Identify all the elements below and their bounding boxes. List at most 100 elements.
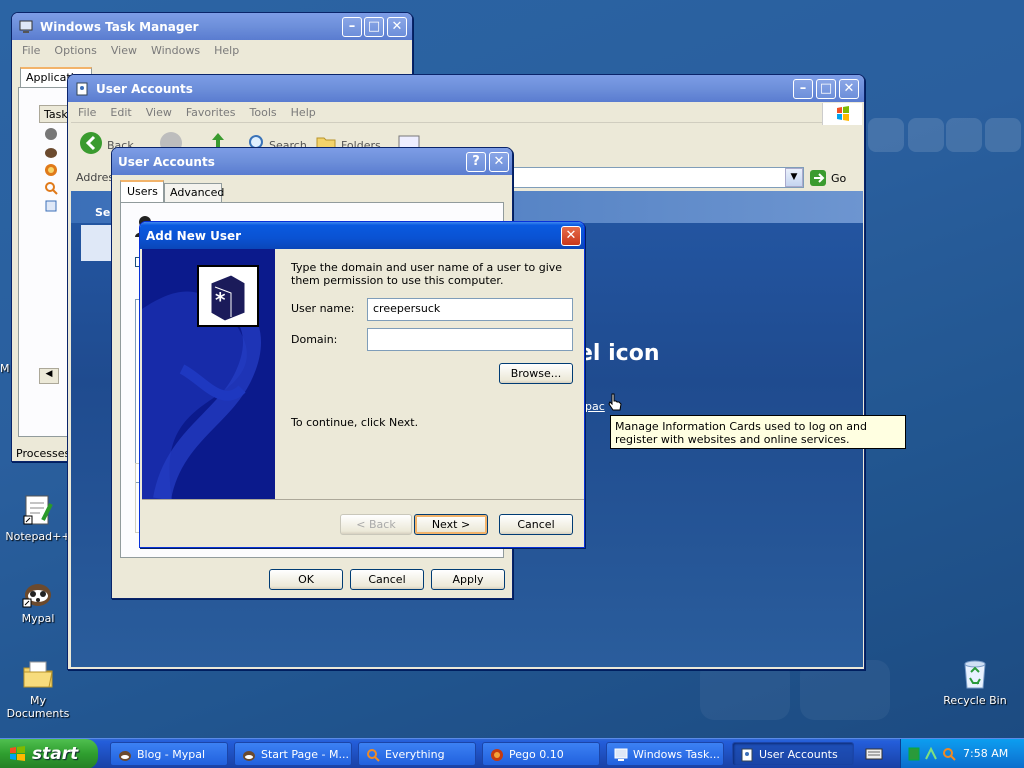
taskbar-item-label: Everything (385, 747, 445, 761)
control-panel-menubar: File Edit View Favorites Tools Help (71, 103, 861, 123)
tab-advanced[interactable]: Advanced (164, 183, 224, 202)
taskbar-item-user-accounts[interactable]: User Accounts (732, 742, 854, 766)
username-input[interactable]: creepersuck (367, 298, 573, 321)
hand-cursor-icon (608, 393, 622, 415)
maximize-button[interactable]: □ (364, 17, 384, 37)
domain-input[interactable] (367, 328, 573, 351)
desktop-decoration (868, 118, 904, 152)
desktop-icon-label: Recycle Bin (943, 694, 1007, 707)
app-list-icon (43, 126, 59, 142)
add-new-user-dialog[interactable]: Add New User ✕ * Type the domain and use… (139, 221, 585, 548)
back-button[interactable]: < Back (340, 514, 412, 535)
taskbar-item-label: Blog - Mypal (137, 747, 206, 761)
start-label: start (32, 744, 79, 764)
desktop-icon-recycle-bin[interactable]: Recycle Bin (935, 656, 1015, 716)
menu-view[interactable]: View (139, 106, 179, 119)
close-button[interactable]: ✕ (489, 152, 509, 172)
taskbar-item-label: Pego 0.10 (509, 747, 564, 761)
domain-label: Domain: (291, 333, 338, 346)
tab-label: Users (127, 185, 158, 198)
control-panel-titlebar[interactable]: User Accounts (68, 75, 864, 102)
minimize-button[interactable]: – (342, 17, 362, 37)
apply-button[interactable]: Apply (431, 569, 505, 590)
recycle-bin-icon (959, 658, 991, 690)
content-heading: el icon (578, 341, 660, 366)
status-processes: Processes: (16, 447, 74, 460)
mypal-icon (241, 747, 257, 763)
keyboard-icon[interactable] (864, 745, 884, 763)
continue-hint: To continue, click Next. (291, 416, 419, 429)
taskbar-item-mypal-blog[interactable]: Blog - Mypal (110, 742, 228, 766)
taskbar-item-task-manager[interactable]: Windows Task... (606, 742, 724, 766)
mypal-icon (22, 577, 54, 609)
wizard-instructions: Type the domain and user name of a user … (291, 261, 563, 287)
close-button[interactable]: ✕ (387, 17, 407, 37)
menu-file[interactable]: File (15, 44, 47, 57)
taskbar-item-pego[interactable]: Pego 0.10 (482, 742, 600, 766)
task-manager-menubar: File Options View Windows Help (15, 40, 409, 60)
username-label: User name: (291, 302, 355, 315)
desktop-decoration (946, 118, 982, 152)
menu-edit[interactable]: Edit (103, 106, 138, 119)
menu-help[interactable]: Help (284, 106, 323, 119)
ok-button[interactable]: OK (269, 569, 343, 590)
minimize-button[interactable]: – (793, 79, 813, 99)
next-button[interactable]: Next > (414, 514, 488, 535)
cancel-button[interactable]: Cancel (350, 569, 424, 590)
taskbar-item-start-page[interactable]: Start Page - M... (234, 742, 352, 766)
svg-text:*: * (215, 288, 226, 312)
tooltip: Manage Information Cards used to log on … (610, 415, 906, 449)
wizard-divider (142, 499, 584, 500)
app-list-icon (43, 198, 59, 214)
cancel-button[interactable]: Cancel (499, 514, 573, 535)
app-list-icon (43, 144, 59, 160)
server-asterisk-icon: * (197, 265, 259, 327)
help-button[interactable]: ? (466, 152, 486, 172)
user-accounts-icon (739, 747, 755, 763)
user-accounts-dialog-titlebar[interactable]: User Accounts (112, 148, 512, 175)
address-dropdown-button[interactable]: ▼ (785, 168, 803, 187)
clock: 7:58 AM (963, 747, 1009, 760)
back-arrow-icon[interactable] (79, 131, 103, 155)
go-arrow-icon[interactable] (808, 168, 828, 188)
magnifier-icon (365, 747, 381, 763)
taskbar-item-label: User Accounts (759, 747, 838, 761)
add-new-user-titlebar[interactable]: Add New User (140, 222, 584, 249)
notepad-plus-plus-icon (22, 494, 54, 526)
network-icon[interactable] (923, 746, 939, 762)
menu-options[interactable]: Options (47, 44, 103, 57)
user-accounts-icon (74, 81, 90, 97)
task-manager-title: Windows Task Manager (40, 19, 199, 34)
wizard-content: Type the domain and user name of a user … (275, 249, 584, 499)
windows-flag-icon (8, 744, 28, 764)
control-panel-title: User Accounts (96, 81, 193, 96)
browse-button[interactable]: Browse... (499, 363, 573, 384)
menu-help[interactable]: Help (207, 44, 246, 57)
start-button[interactable]: start (0, 739, 98, 768)
sidebar-heading: Se (95, 206, 111, 219)
menu-windows[interactable]: Windows (144, 44, 207, 57)
close-button[interactable]: ✕ (561, 226, 581, 246)
wizard-banner: * (142, 249, 275, 499)
mypal-icon (117, 747, 133, 763)
close-button[interactable]: ✕ (839, 79, 859, 99)
desktop-icon-label: My Documents (6, 694, 70, 720)
taskbar-item-label: Windows Task... (633, 747, 720, 761)
pego-icon (489, 747, 505, 763)
task-manager-icon (613, 747, 629, 763)
taskbar-item-everything[interactable]: Everything (358, 742, 476, 766)
menu-tools[interactable]: Tools (243, 106, 284, 119)
tray-app-icon[interactable] (907, 746, 921, 762)
add-new-user-title: Add New User (146, 228, 242, 243)
menu-favorites[interactable]: Favorites (179, 106, 243, 119)
tab-users[interactable]: Users (120, 180, 164, 202)
user-accounts-dialog-title: User Accounts (118, 154, 215, 169)
scroll-left-button[interactable]: ◀ (39, 368, 59, 384)
taskbar-item-label: Start Page - M... (261, 747, 349, 761)
menu-file[interactable]: File (71, 106, 103, 119)
task-manager-icon (18, 19, 34, 35)
menu-view[interactable]: View (104, 44, 144, 57)
search-tray-icon[interactable] (941, 746, 957, 762)
maximize-button[interactable]: □ (816, 79, 836, 99)
go-label[interactable]: Go (831, 172, 846, 185)
